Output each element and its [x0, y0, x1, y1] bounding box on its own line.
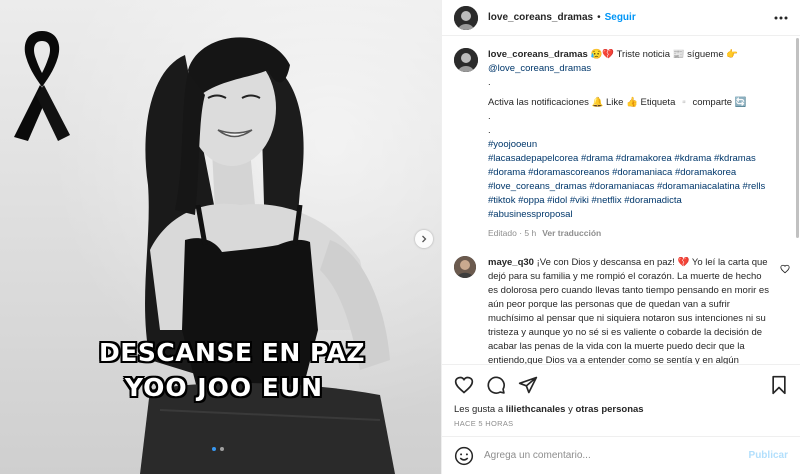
caption-meta: Editado · 5 h Ver traducción [488, 226, 788, 240]
comment-body: maye_q30 ¡Ve con Dios y descansa en paz!… [488, 256, 773, 364]
caption-text: 😥💔 Triste noticia 📰 sígueme 👉 [587, 49, 739, 60]
carousel-dot-2 [220, 447, 224, 451]
translate-link[interactable]: Ver traducción [542, 228, 601, 238]
caption-dot: . [488, 125, 491, 136]
black-ribbon-icon [14, 31, 70, 141]
header-separator: • [597, 12, 601, 23]
comment-icon [487, 375, 505, 394]
scrollbar-thumb[interactable] [796, 38, 799, 238]
hashtag-link[interactable]: #tiktok #oppa #idol #viki #netflix #dora… [488, 195, 682, 206]
share-button[interactable] [518, 375, 538, 395]
save-button[interactable] [770, 375, 788, 395]
caption-body: love_coreans_dramas 😥💔 Triste noticia 📰 … [488, 48, 788, 240]
caption-notify-text: Activa las notificaciones 🔔 Like 👍 Etiqu… [488, 97, 747, 108]
comment-input[interactable] [484, 450, 749, 461]
hashtag-link[interactable]: #yoojooeun [488, 139, 537, 150]
publish-button[interactable]: Publicar [749, 450, 788, 461]
caption-mention-link[interactable]: @love_coreans_dramas [488, 62, 788, 76]
heart-icon [454, 376, 474, 394]
likes-middle: y [565, 404, 576, 415]
bookmark-icon [772, 375, 786, 394]
comment-username[interactable]: maye_q30 [488, 257, 534, 268]
more-options-button[interactable] [774, 16, 788, 20]
caption-hashtags: #yoojooeun #lacasadepapelcorea #drama #d… [488, 138, 788, 222]
next-image-button[interactable] [415, 230, 433, 248]
likes-others-link[interactable]: otras personas [575, 404, 643, 415]
like-button[interactable] [454, 375, 474, 395]
post-side-panel: love_coreans_dramas • Seguir love_corean… [441, 0, 800, 474]
header-username[interactable]: love_coreans_dramas [488, 12, 593, 23]
commenter-avatar[interactable] [454, 256, 476, 278]
follow-button[interactable]: Seguir [605, 12, 636, 23]
banner-text-descanse: DESCANSE EN PAZ [99, 338, 365, 367]
caption-username[interactable]: love_coreans_dramas [488, 49, 588, 60]
post-timestamp[interactable]: HACE 5 HORAS [442, 415, 800, 436]
caption-avatar[interactable] [454, 48, 478, 72]
scrollbar[interactable] [795, 36, 800, 376]
likes-user-link[interactable]: liliethcanales [506, 404, 566, 415]
caption-time[interactable]: Editado · 5 h [488, 228, 536, 238]
post-caption: love_coreans_dramas 😥💔 Triste noticia 📰 … [454, 48, 788, 240]
comment-item: maye_q30 ¡Ve con Dios y descansa en paz!… [454, 256, 790, 364]
comment-like-heart-icon[interactable] [780, 264, 790, 274]
carousel-dot-1 [212, 447, 216, 451]
caption-dot: . [488, 77, 491, 88]
instagram-post: DESCANSE EN PAZ YOO JOO EUN love_coreans… [0, 0, 800, 474]
likes-summary: Les gusta a liliethcanales y otras perso… [442, 404, 800, 415]
likes-prefix: Les gusta a [454, 404, 506, 415]
hashtag-link[interactable]: #abusinessproposal [488, 209, 573, 220]
comment-button[interactable] [486, 375, 506, 395]
hashtag-link[interactable]: #love_coreans_dramas #doramaniacas #dora… [488, 181, 765, 192]
add-comment-bar: Publicar [442, 436, 800, 474]
hashtag-link[interactable]: #dorama #doramascoreanos #doramaniaca #d… [488, 167, 736, 178]
chevron-right-icon [422, 235, 427, 243]
carousel-dots [212, 447, 224, 451]
post-header: love_coreans_dramas • Seguir [442, 0, 800, 36]
more-icon [774, 16, 788, 19]
post-actions [442, 364, 800, 404]
emoji-icon [454, 446, 474, 465]
post-media[interactable]: DESCANSE EN PAZ YOO JOO EUN [0, 0, 441, 474]
comments-scroll-area[interactable]: love_coreans_dramas 😥💔 Triste noticia 📰 … [442, 36, 800, 364]
banner-text-name: YOO JOO EUN [124, 373, 324, 402]
caption-dot: . [488, 111, 491, 122]
share-icon [518, 376, 538, 393]
hashtag-link[interactable]: #lacasadepapelcorea #drama #dramakorea #… [488, 153, 756, 164]
avatar[interactable] [454, 5, 478, 30]
comment-text: ¡Ve con Dios y descansa en paz! 💔 Yo leí… [488, 257, 769, 364]
emoji-button[interactable] [454, 446, 474, 466]
